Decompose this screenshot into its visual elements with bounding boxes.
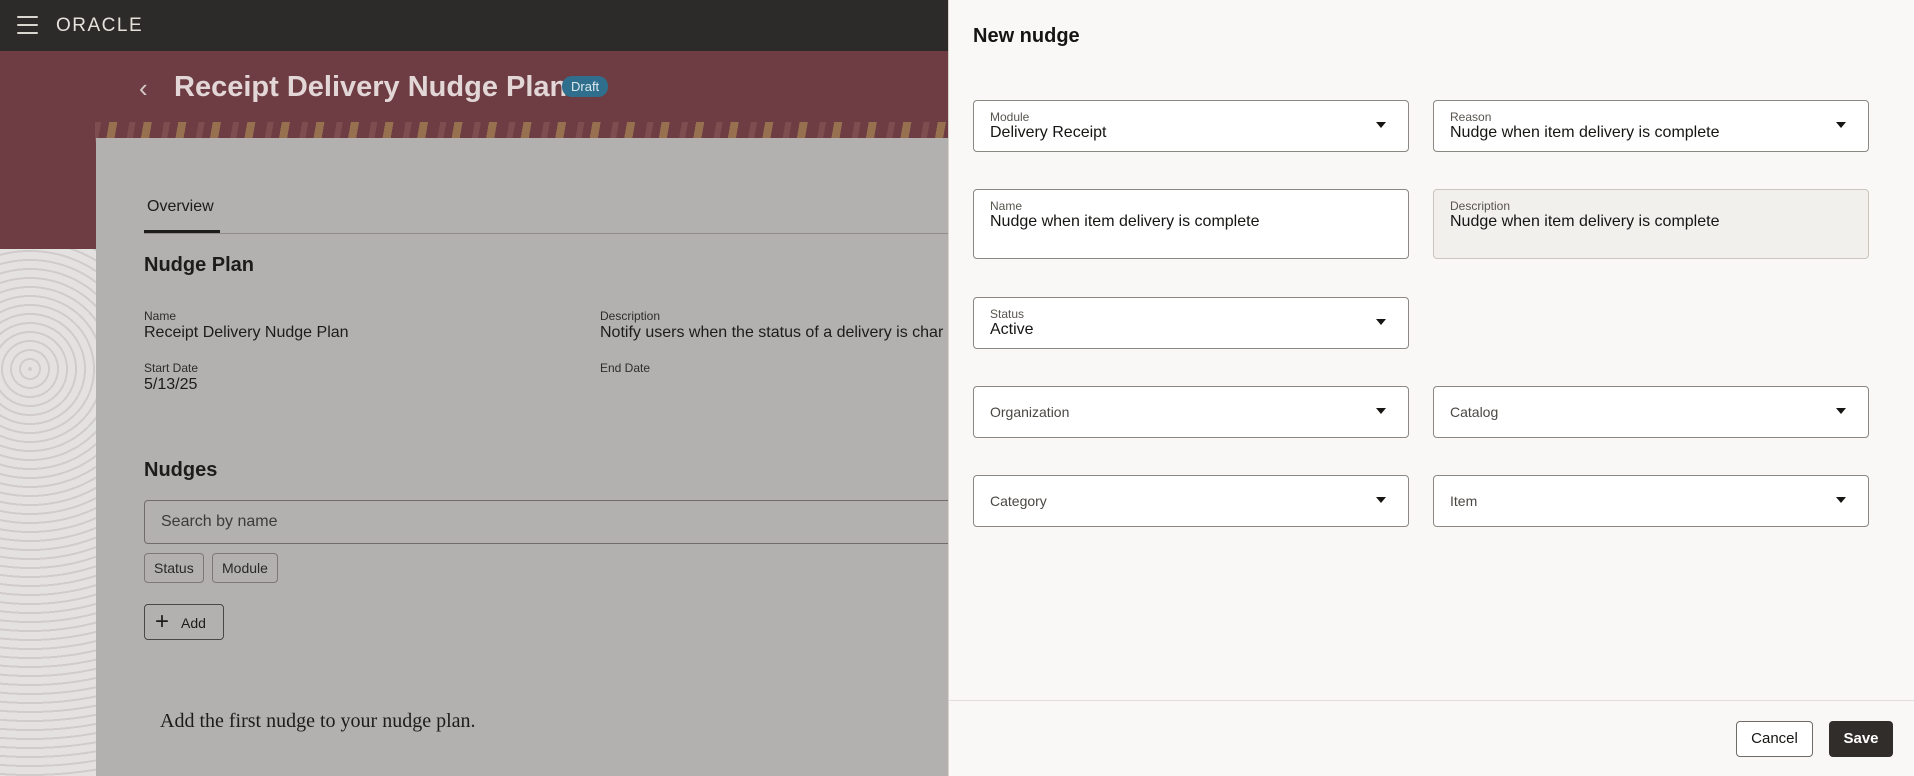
organization-select[interactable]: Organization (973, 386, 1409, 438)
back-chevron-icon[interactable]: ‹ (139, 75, 159, 101)
description-value: Nudge when item delivery is complete (1450, 213, 1720, 230)
caret-down-icon[interactable] (1376, 122, 1386, 128)
catalog-label: Catalog (1450, 404, 1499, 420)
category-label: Category (990, 493, 1047, 509)
caret-down-icon[interactable] (1376, 408, 1386, 414)
plan-name-label: Name (144, 309, 177, 323)
page-title: Receipt Delivery Nudge Plan (174, 71, 568, 103)
category-select[interactable]: Category (973, 475, 1409, 527)
footer-divider (949, 700, 1914, 701)
name-field[interactable]: Name Nudge when item delivery is complet… (973, 189, 1409, 259)
cancel-button[interactable]: Cancel (1736, 721, 1813, 757)
name-label: Name (990, 199, 1023, 213)
status-label: Status (990, 307, 1025, 321)
description-field[interactable]: Description Nudge when item delivery is … (1433, 189, 1869, 259)
plan-description-value: Notify users when the status of a delive… (600, 324, 944, 341)
caret-down-icon[interactable] (1376, 497, 1386, 503)
hamburger-menu-icon[interactable] (17, 16, 38, 34)
empty-state-message: Add the first nudge to your nudge plan. (160, 710, 476, 732)
save-button[interactable]: Save (1829, 721, 1893, 757)
tab-overview[interactable]: Overview (147, 198, 214, 229)
reason-value: Nudge when item delivery is complete (1450, 124, 1720, 141)
module-filter-chip[interactable]: Module (212, 553, 278, 583)
item-label: Item (1450, 493, 1478, 509)
name-value: Nudge when item delivery is complete (990, 213, 1260, 230)
reason-select[interactable]: Reason Nudge when item delivery is compl… (1433, 100, 1869, 152)
search-input[interactable]: Search by name (144, 500, 984, 544)
module-label: Module (990, 110, 1030, 124)
start-date-value: 5/13/25 (144, 376, 198, 393)
plan-description-label: Description (600, 309, 661, 323)
drawer-title: New nudge (973, 25, 1080, 47)
caret-down-icon[interactable] (1836, 122, 1846, 128)
caret-down-icon[interactable] (1376, 319, 1386, 325)
caret-down-icon[interactable] (1836, 408, 1846, 414)
search-placeholder: Search by name (161, 513, 278, 530)
module-select[interactable]: Module Delivery Receipt (973, 100, 1409, 152)
module-value: Delivery Receipt (990, 124, 1107, 141)
organization-label: Organization (990, 404, 1070, 420)
caret-down-icon[interactable] (1836, 497, 1846, 503)
end-date-label: End Date (600, 361, 651, 375)
add-button-label: Add (181, 615, 206, 631)
add-nudge-button[interactable]: + Add (144, 604, 224, 640)
nudges-heading: Nudges (144, 459, 218, 481)
start-date-label: Start Date (144, 361, 199, 375)
catalog-select[interactable]: Catalog (1433, 386, 1869, 438)
nudge-plan-heading: Nudge Plan (144, 254, 255, 276)
description-label: Description (1450, 199, 1511, 213)
item-select[interactable]: Item (1433, 475, 1869, 527)
status-badge: Draft (562, 76, 609, 97)
tab-divider (144, 233, 974, 234)
reason-label: Reason (1450, 110, 1492, 124)
new-nudge-drawer: New nudge Module Delivery Receipt Reason… (948, 0, 1914, 776)
oracle-logo: ORACLE (56, 15, 144, 36)
status-filter-chip[interactable]: Status (144, 553, 204, 583)
plus-icon: + (155, 608, 170, 635)
plan-name-value: Receipt Delivery Nudge Plan (144, 324, 349, 341)
status-select[interactable]: Status Active (973, 297, 1409, 349)
decorative-texture (0, 249, 96, 776)
status-value: Active (990, 321, 1034, 338)
